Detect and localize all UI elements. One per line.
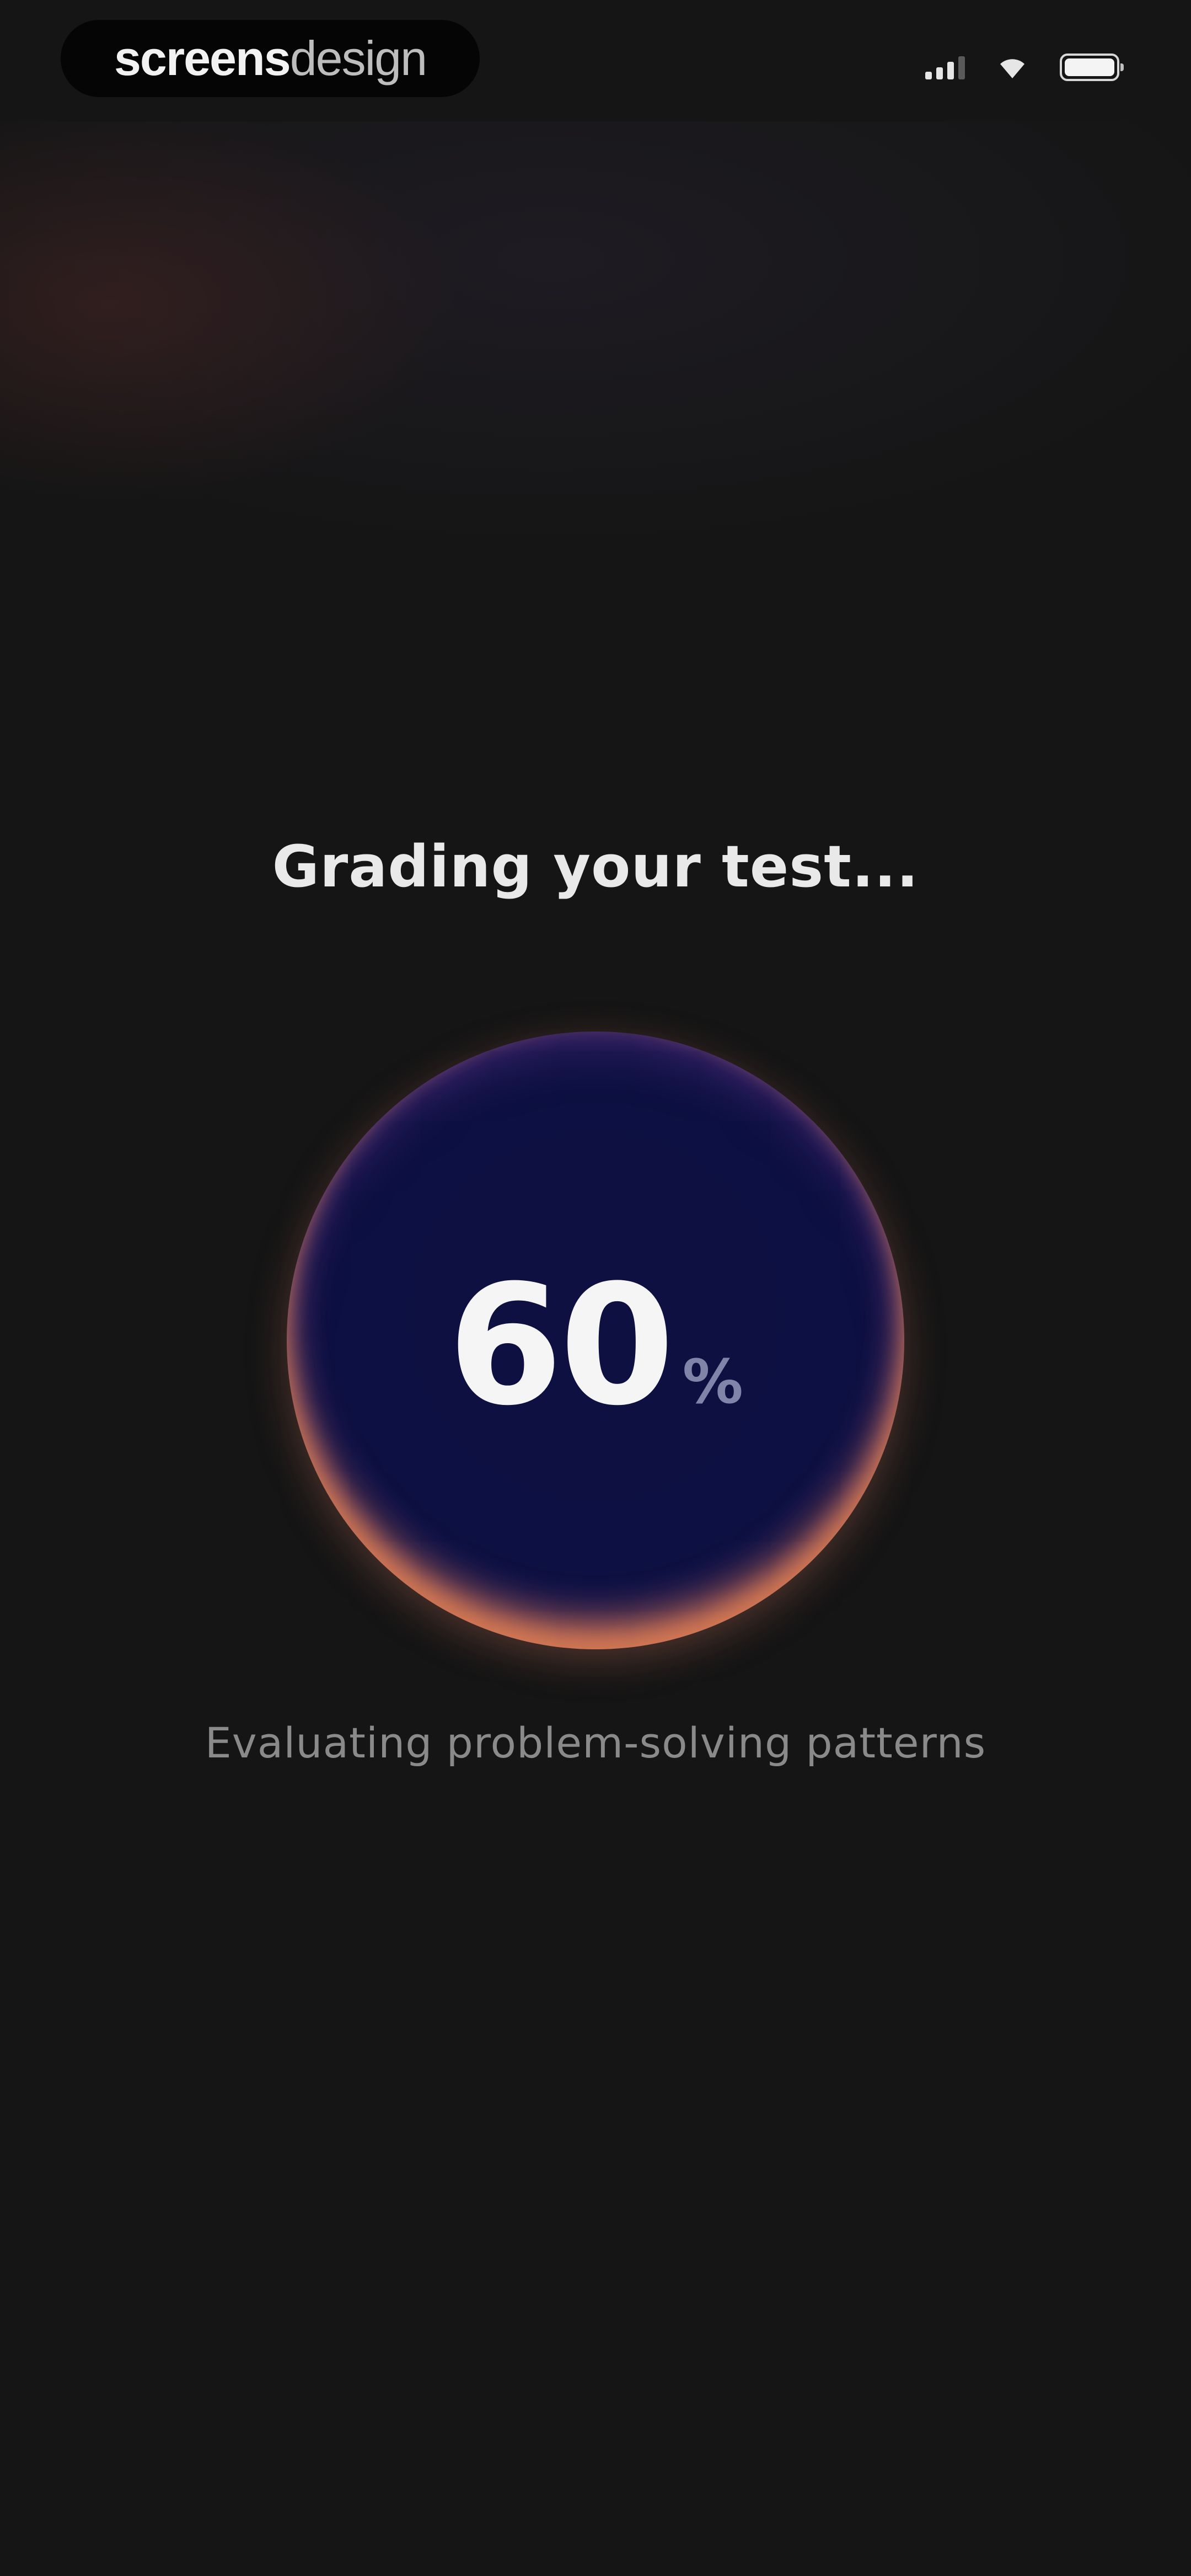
progress-value: 60 % [448,1263,743,1429]
battery-icon [1060,54,1124,81]
background-glow [0,121,1191,728]
brand-logo: screens design [61,20,480,97]
signal-icon [925,55,965,79]
brand-logo-bold: screens [114,31,291,85]
status-bar: screens design [0,0,1191,121]
status-message: Evaluating problem-solving patterns [205,1718,986,1767]
progress-orb: 60 % [287,1032,904,1649]
status-icons [925,51,1124,84]
progress-percent-number: 60 [448,1249,674,1442]
wifi-icon [1000,59,1024,78]
progress-percent-sign: % [682,1346,743,1417]
page-title: Grading your test... [272,833,919,900]
grading-screen: screens design Grading your test... 60 % … [0,0,1191,2576]
brand-logo-light: design [289,31,427,85]
